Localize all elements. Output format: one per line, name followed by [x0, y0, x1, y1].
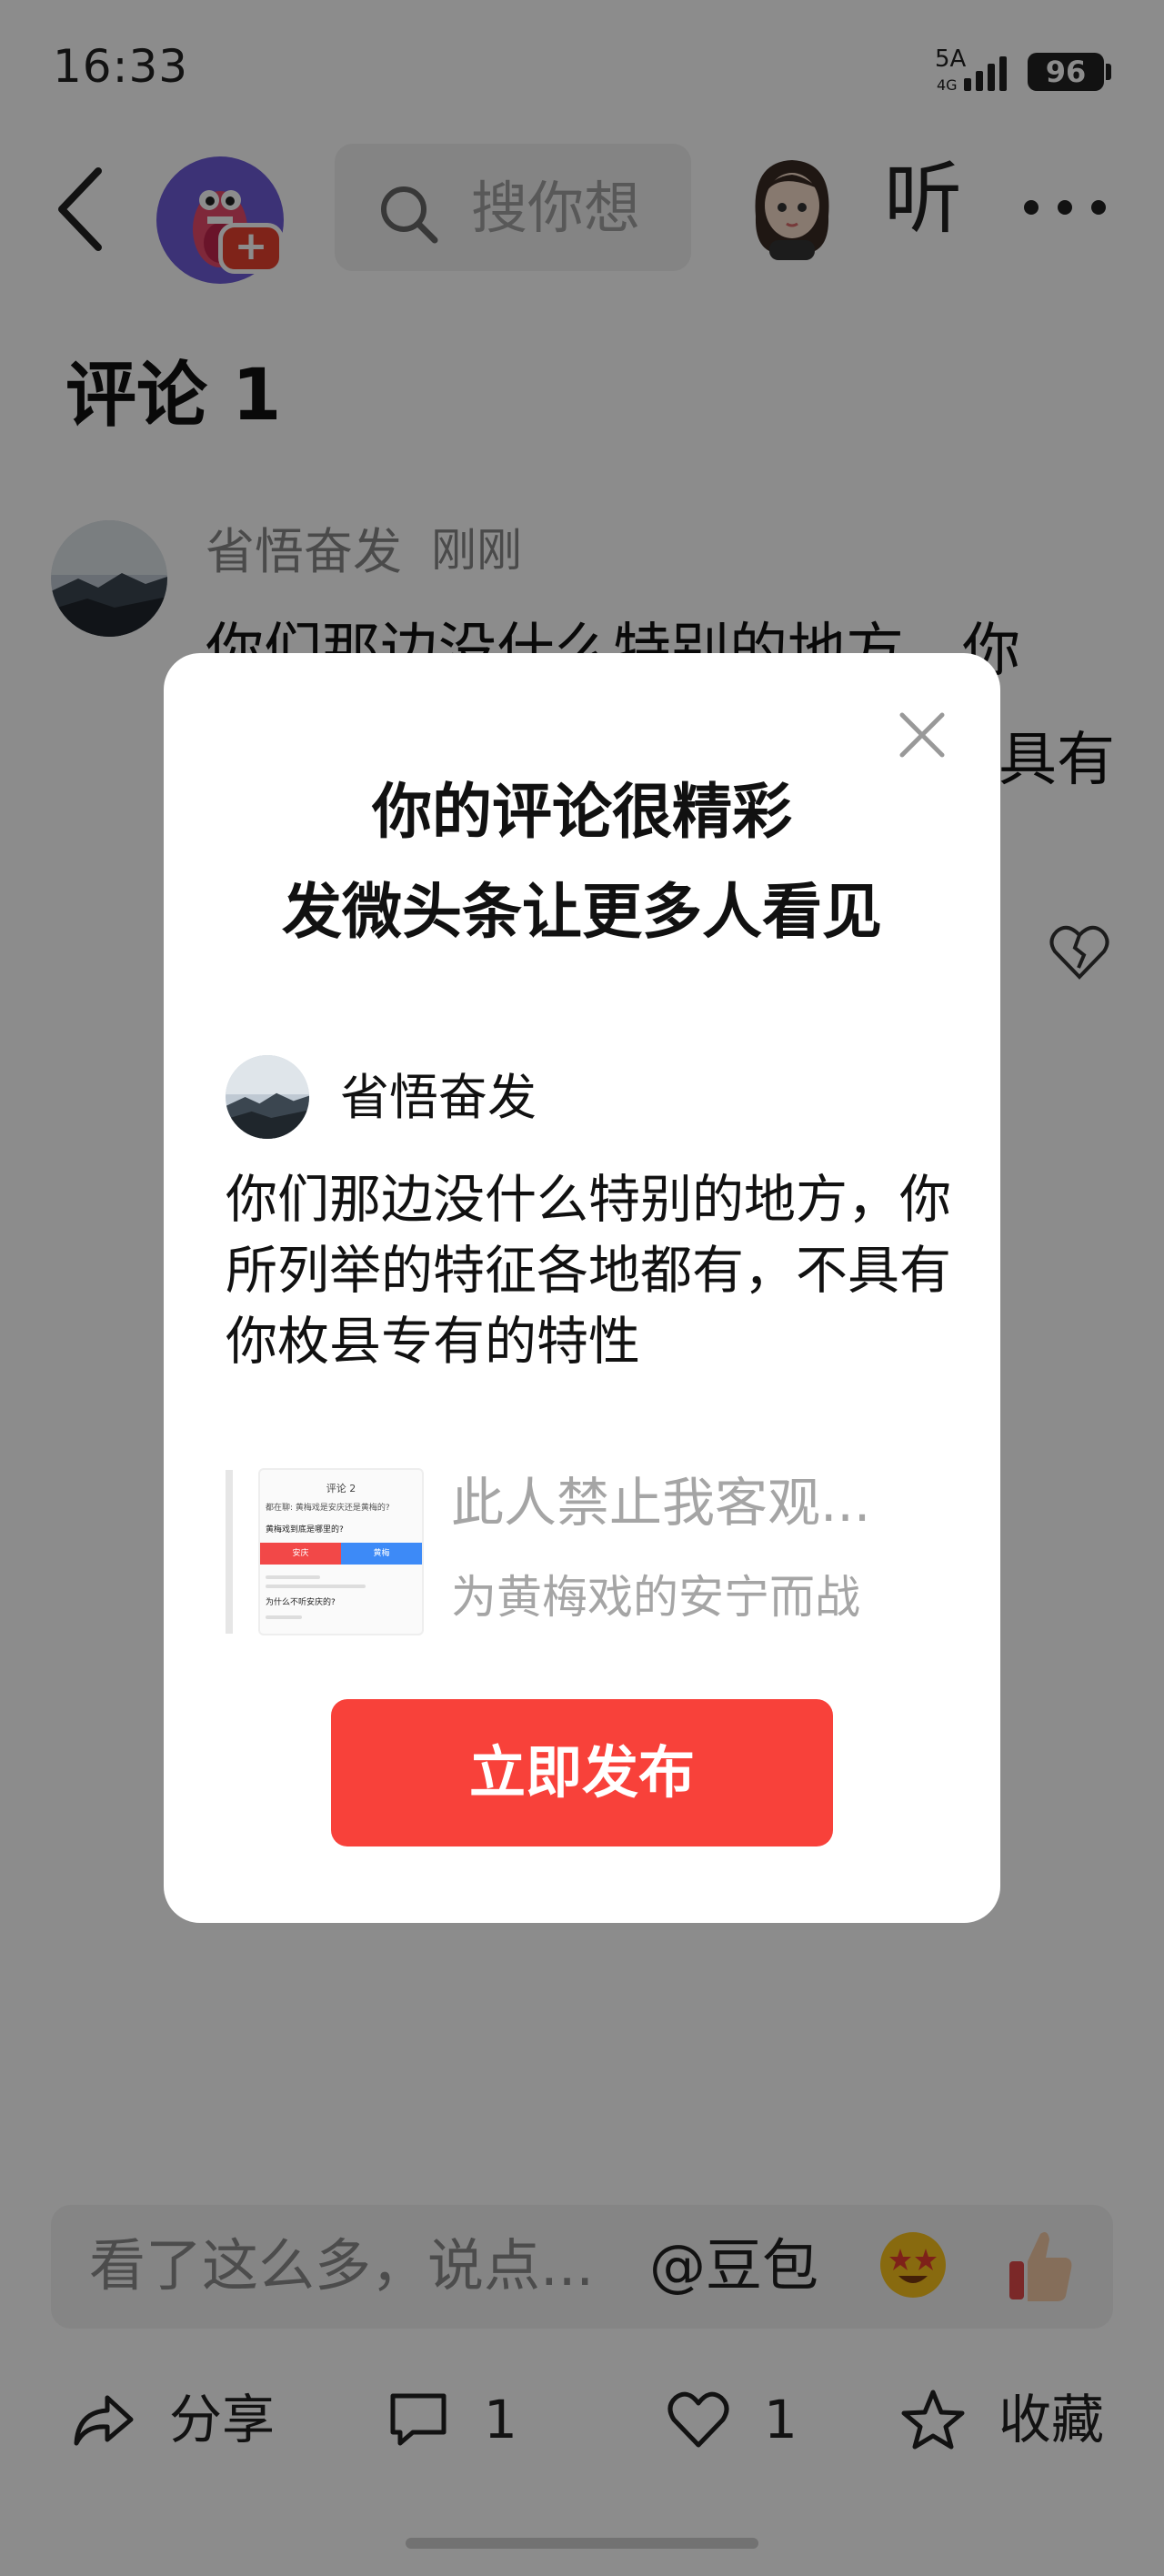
thumb-vote-bar: 安庆 黄梅 — [260, 1543, 422, 1565]
thumb-title: 评论 2 — [326, 1483, 356, 1494]
thumb-question: 都在聊: 黄梅戏是安庆还是黄梅的? — [266, 1504, 390, 1513]
thumb-option-right: 黄梅 — [341, 1543, 422, 1565]
quote-bar — [226, 1470, 233, 1634]
thumb-line — [266, 1575, 320, 1579]
publish-now-button[interactable]: 立即发布 — [331, 1699, 833, 1846]
thumb-line — [266, 1585, 366, 1588]
linked-article-subtitle: 为黄梅戏的安宁而战 — [451, 1571, 860, 1624]
modal-comment-text: 你们那边没什么特别的地方，你所列举的特征各地都有，不具有你枚县专有的特性 — [226, 1170, 951, 1372]
modal-title-line-2: 发微头条让更多人看见 — [282, 877, 882, 947]
close-icon[interactable] — [895, 708, 949, 762]
modal-title-line-1: 你的评论很精彩 — [372, 777, 792, 847]
thumb-option-left: 安庆 — [260, 1543, 341, 1565]
linked-article-title: 此人禁止我客观... — [451, 1472, 871, 1534]
thumb-prompt: 黄梅戏到底是哪里的? — [266, 1525, 344, 1535]
modal-avatar — [226, 1055, 309, 1139]
modal-username: 省悟奋发 — [340, 1069, 537, 1126]
share-to-weitoutiao-modal: 你的评论很精彩 发微头条让更多人看见 省悟奋发 你们那边没什么特别的地方，你所列… — [164, 653, 1000, 1923]
thumb-answer: 为什么不听安庆的? — [266, 1598, 336, 1607]
linked-article-thumbnail: 评论 2 都在聊: 黄梅戏是安庆还是黄梅的? 黄梅戏到底是哪里的? 安庆 黄梅 … — [258, 1468, 424, 1635]
modal-title: 你的评论很精彩 发微头条让更多人看见 — [164, 762, 1000, 962]
thumb-line — [266, 1615, 302, 1619]
